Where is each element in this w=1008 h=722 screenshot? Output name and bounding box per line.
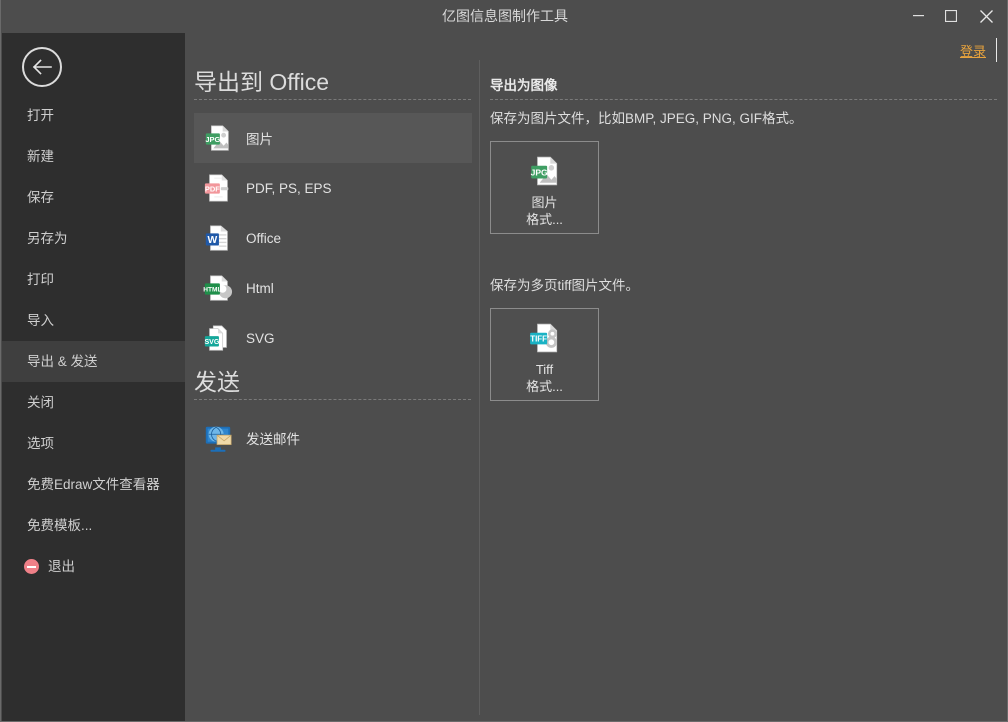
export-option-2[interactable]: W Office: [194, 213, 472, 263]
sidebar-item-label: 保存: [27, 190, 54, 205]
detail-panel-title: 导出为图像: [490, 78, 558, 93]
tile-label-line1: Tiff: [535, 362, 554, 377]
tiff-file-icon: TIFF: [529, 323, 557, 353]
minimize-button[interactable]: [902, 0, 936, 30]
send-heading-rule: [194, 399, 471, 400]
sidebar-item-label: 关闭: [27, 395, 54, 410]
export-option-1[interactable]: PDF PDF, PS, EPS: [194, 163, 472, 213]
export-options-column: 导出到 Office JPG 图片 PDF PDF, PS, EPS W Office HT…: [185, 33, 479, 721]
svg-text:W: W: [208, 235, 218, 246]
detail-panel: 导出为图像 保存为图片文件，比如BMP, JPEG, PNG, GIF格式。 JP…: [480, 33, 1007, 721]
svg-text:HTML: HTML: [203, 287, 221, 294]
export-option-4[interactable]: SVG SVG: [194, 313, 472, 363]
sidebar-item-11[interactable]: 退出: [2, 546, 185, 587]
exit-icon: [24, 559, 39, 574]
sidebar: 打开新建保存另存为打印导入导出 & 发送 关闭选项免费Edraw文件查看器 免费模板…: [2, 33, 185, 721]
word-file-icon: W: [205, 225, 228, 251]
minimize-icon: [913, 15, 924, 17]
sidebar-item-8[interactable]: 选项: [2, 423, 185, 464]
sidebar-item-5[interactable]: 导入: [2, 300, 185, 341]
send-option-0[interactable]: 发送邮件: [194, 413, 472, 463]
sidebar-item-6[interactable]: 导出 & 发送: [2, 341, 185, 382]
svg-file-icon: SVG: [204, 325, 227, 351]
maximize-icon: [945, 10, 957, 22]
back-arrow-icon: [32, 59, 52, 75]
application-window: 亿图信息图制作工具 登录 打开新建保存另存为打印导入导出 & 发送关: [0, 0, 1008, 722]
sidebar-item-3[interactable]: 另存为: [2, 218, 185, 259]
send-option-label: 发送邮件: [246, 432, 300, 447]
tile-label-line2: 格式...: [526, 379, 563, 394]
sidebar-item-label: 导出 & 发送: [27, 354, 98, 369]
export-option-label: 图片: [246, 132, 273, 147]
sidebar-item-7[interactable]: 关闭: [2, 382, 185, 423]
export-format-tile-0[interactable]: JPG 图片格式...: [490, 141, 599, 234]
sidebar-item-label: 导入: [27, 313, 54, 328]
sidebar-item-label: 免费Edraw文件查看器: [27, 477, 160, 492]
sidebar-item-2[interactable]: 保存: [2, 177, 185, 218]
export-option-label: Office: [246, 230, 282, 246]
export-option-label: Html: [246, 280, 274, 296]
sidebar-item-label: 新建: [27, 149, 54, 164]
detail-panel-rule: [490, 99, 997, 100]
close-button[interactable]: [969, 0, 1003, 30]
svg-text:JPG: JPG: [530, 167, 547, 177]
back-button[interactable]: [22, 47, 62, 87]
sidebar-item-1[interactable]: 新建: [2, 136, 185, 177]
send-heading: 发送: [194, 369, 240, 395]
maximize-button[interactable]: [934, 0, 968, 30]
sidebar-item-0[interactable]: 打开: [2, 95, 185, 136]
svg-text:PDF: PDF: [205, 184, 220, 193]
svg-text:SVG: SVG: [204, 339, 219, 346]
html-file-icon: HTML: [203, 275, 233, 301]
export-option-label: SVG: [246, 330, 275, 346]
detail-description-1: 保存为多页tiff图片文件。: [490, 278, 640, 293]
export-heading-rule: [194, 99, 471, 100]
export-option-3[interactable]: HTML Html: [194, 263, 472, 313]
sidebar-item-9[interactable]: 免费Edraw文件查看器: [2, 464, 185, 505]
jpg-file-icon: JPG: [530, 156, 557, 186]
tile-label-line2: 格式...: [526, 212, 563, 227]
close-icon: [979, 10, 993, 23]
detail-description-0: 保存为图片文件，比如BMP, JPEG, PNG, GIF格式。: [490, 111, 803, 126]
export-format-tile-1[interactable]: TIFF Tiff 格式...: [490, 308, 599, 401]
sidebar-item-label: 退出: [48, 559, 75, 574]
export-to-office-heading: 导出到 Office: [194, 69, 330, 95]
svg-text:TIFF: TIFF: [530, 335, 547, 344]
export-option-label: PDF, PS, EPS: [246, 180, 332, 196]
sidebar-item-label: 打印: [27, 272, 54, 287]
sidebar-item-label: 免费模板...: [27, 518, 93, 533]
sidebar-item-label: 选项: [27, 436, 54, 451]
jpg-file-icon: JPG: [205, 125, 229, 151]
title-bar: 亿图信息图制作工具: [1, 0, 1007, 33]
window-title: 亿图信息图制作工具: [442, 8, 568, 24]
pdf-file-icon: PDF: [204, 174, 229, 202]
sidebar-item-label: 打开: [27, 108, 54, 123]
sidebar-nav-list: 打开新建保存另存为打印导入导出 & 发送 关闭选项免费Edraw文件查看器 免费模板…: [2, 95, 185, 587]
export-option-0[interactable]: JPG 图片: [194, 113, 472, 163]
sidebar-item-4[interactable]: 打印: [2, 259, 185, 300]
send-mail-icon: [205, 426, 232, 452]
tile-label-line1: 图片: [531, 195, 558, 210]
sidebar-item-10[interactable]: 免费模板...: [2, 505, 185, 546]
svg-text:JPG: JPG: [205, 135, 220, 144]
sidebar-item-label: 另存为: [27, 231, 68, 246]
